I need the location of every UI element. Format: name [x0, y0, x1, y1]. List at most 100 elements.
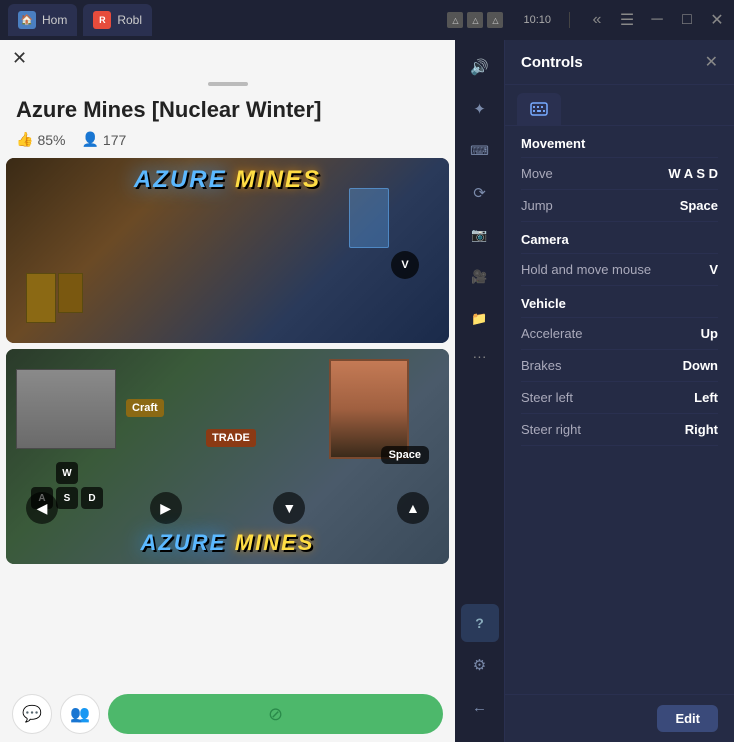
keyboard-controls-tab[interactable] — [517, 93, 561, 125]
app-info: Azure Mines [Nuclear Winter] 👍 85% 👤 177 — [0, 77, 455, 158]
steer-right-value: Right — [685, 422, 718, 437]
close-button[interactable]: ✕ — [12, 48, 27, 69]
steer-left-value: Left — [694, 390, 718, 405]
move-label: Move — [521, 166, 553, 181]
chat-icon: 💬 — [22, 704, 42, 724]
space-key-badge: Space — [381, 446, 429, 464]
sidebar-bottom: ? ⚙ ← — [461, 604, 499, 734]
game-logo-2: AZURE MINES — [6, 530, 449, 556]
close-area: ✕ — [0, 40, 455, 77]
touch-icon: ✦ — [473, 100, 486, 118]
tray-icon-3: △ — [487, 12, 503, 28]
folder-icon: 📁 — [471, 311, 487, 327]
help-icon: ? — [475, 615, 484, 631]
controls-panel: Controls ✕ — [505, 40, 734, 742]
settings-icon: ⚙ — [473, 656, 486, 674]
controls-footer: Edit — [505, 694, 734, 742]
left-panel: ✕ Azure Mines [Nuclear Winter] 👍 85% 👤 1… — [0, 40, 455, 742]
sidebar-camera-btn[interactable]: 📷 — [461, 216, 499, 254]
craft-sign: Craft — [126, 399, 164, 417]
rating-value: 85% — [37, 132, 65, 148]
screenshot-1: V AZURE MINES — [6, 158, 449, 343]
brakes-value: Down — [683, 358, 718, 373]
azure-text-2: AZURE — [141, 530, 227, 555]
left-arrow[interactable]: ◀ — [26, 492, 58, 524]
roblox-tab-label: Robl — [117, 13, 142, 27]
controls-tabs — [505, 85, 734, 126]
brakes-label: Brakes — [521, 358, 561, 373]
accelerate-label: Accelerate — [521, 326, 582, 341]
clock: 10:10 — [523, 14, 551, 26]
jump-value: Space — [680, 198, 718, 213]
users-button[interactable]: 👥 — [60, 694, 100, 734]
sidebar-folder-btn[interactable]: 📁 — [461, 300, 499, 338]
brakes-row: Brakes Down — [521, 350, 718, 382]
sidebar-volume-btn[interactable]: 🔊 — [461, 48, 499, 86]
hold-mouse-label: Hold and move mouse — [521, 262, 651, 277]
main-area: ✕ Azure Mines [Nuclear Winter] 👍 85% 👤 1… — [0, 40, 734, 742]
v-key-badge: V — [391, 251, 419, 279]
players-stat: 👤 177 — [81, 131, 126, 148]
rotate-icon: ⟳ — [473, 184, 486, 202]
chat-button[interactable]: 💬 — [12, 694, 52, 734]
steer-right-row: Steer right Right — [521, 414, 718, 446]
edit-button[interactable]: Edit — [657, 705, 718, 732]
screenshots: V AZURE MINES Craft TRADE — [0, 158, 455, 686]
controls-title: Controls — [521, 54, 583, 71]
jump-row: Jump Space — [521, 190, 718, 222]
close-window-button[interactable]: ✕ — [708, 10, 726, 30]
sidebar-rotate-btn[interactable]: ⟳ — [461, 174, 499, 212]
rating-stat: 👍 85% — [16, 131, 65, 148]
sidebar-help-btn[interactable]: ? — [461, 604, 499, 642]
video-icon: 🎥 — [471, 269, 487, 285]
movement-header: Movement — [521, 126, 718, 158]
back-button[interactable]: « — [588, 11, 606, 29]
sidebar: 🔊 ✦ ⌨ ⟳ 📷 🎥 📁 ··· ? ⚙ — [455, 40, 505, 742]
camera-section: Camera Hold and move mouse V — [505, 222, 734, 286]
right-arrow[interactable]: ▲ — [397, 492, 429, 524]
minimize-button[interactable]: ─ — [648, 11, 666, 29]
sidebar-video-btn[interactable]: 🎥 — [461, 258, 499, 296]
close-controls-button[interactable]: ✕ — [705, 52, 718, 72]
tab-roblox[interactable]: R Robl — [83, 4, 152, 36]
sidebar-settings-btn[interactable]: ⚙ — [461, 646, 499, 684]
vehicle-header: Vehicle — [521, 286, 718, 318]
hold-mouse-value: V — [709, 262, 718, 277]
players-icon: 👤 — [81, 131, 98, 148]
steer-left-label: Steer left — [521, 390, 573, 405]
roblox-tab-icon: R — [93, 11, 111, 29]
install-icon: ⊘ — [268, 704, 283, 725]
window-controls: △ △ △ 10:10 « ☰ ─ □ ✕ — [447, 10, 726, 30]
play-arrow[interactable]: ▶ — [150, 492, 182, 524]
accelerate-value: Up — [701, 326, 718, 341]
app-title: Azure Mines [Nuclear Winter] — [16, 97, 439, 123]
jump-label: Jump — [521, 198, 553, 213]
nav-arrows: ◀ ▶ ▼ ▲ — [6, 492, 449, 524]
move-row: Move W A S D — [521, 158, 718, 190]
back-icon: ← — [472, 699, 487, 716]
sidebar-touch-btn[interactable]: ✦ — [461, 90, 499, 128]
steer-left-row: Steer left Left — [521, 382, 718, 414]
azure-text-1: AZURE — [134, 166, 227, 193]
accelerate-row: Accelerate Up — [521, 318, 718, 350]
install-button[interactable]: ⊘ — [108, 694, 443, 734]
mines-text-1: MINES — [235, 166, 321, 193]
thumbs-up-icon: 👍 — [16, 131, 33, 148]
menu-button[interactable]: ☰ — [618, 10, 636, 30]
sidebar-keyboard-btn[interactable]: ⌨ — [461, 132, 499, 170]
move-value: W A S D — [668, 166, 718, 181]
game-logo-1: AZURE MINES — [6, 166, 449, 194]
tray-icon-2: △ — [467, 12, 483, 28]
sidebar-dots: ··· — [473, 348, 487, 366]
steer-right-label: Steer right — [521, 422, 581, 437]
title-bar: 🏠 Hom R Robl △ △ △ 10:10 « ☰ ─ □ ✕ — [0, 0, 734, 40]
home-tab-label: Hom — [42, 13, 67, 27]
maximize-button[interactable]: □ — [678, 11, 696, 29]
tab-home[interactable]: 🏠 Hom — [8, 4, 77, 36]
down-arrow[interactable]: ▼ — [273, 492, 305, 524]
movement-section: Movement Move W A S D Jump Space — [505, 126, 734, 222]
sidebar-back-btn[interactable]: ← — [461, 688, 499, 726]
vehicle-section: Vehicle Accelerate Up Brakes Down Steer … — [505, 286, 734, 446]
users-icon: 👥 — [70, 704, 90, 724]
app-stats: 👍 85% 👤 177 — [16, 131, 439, 148]
